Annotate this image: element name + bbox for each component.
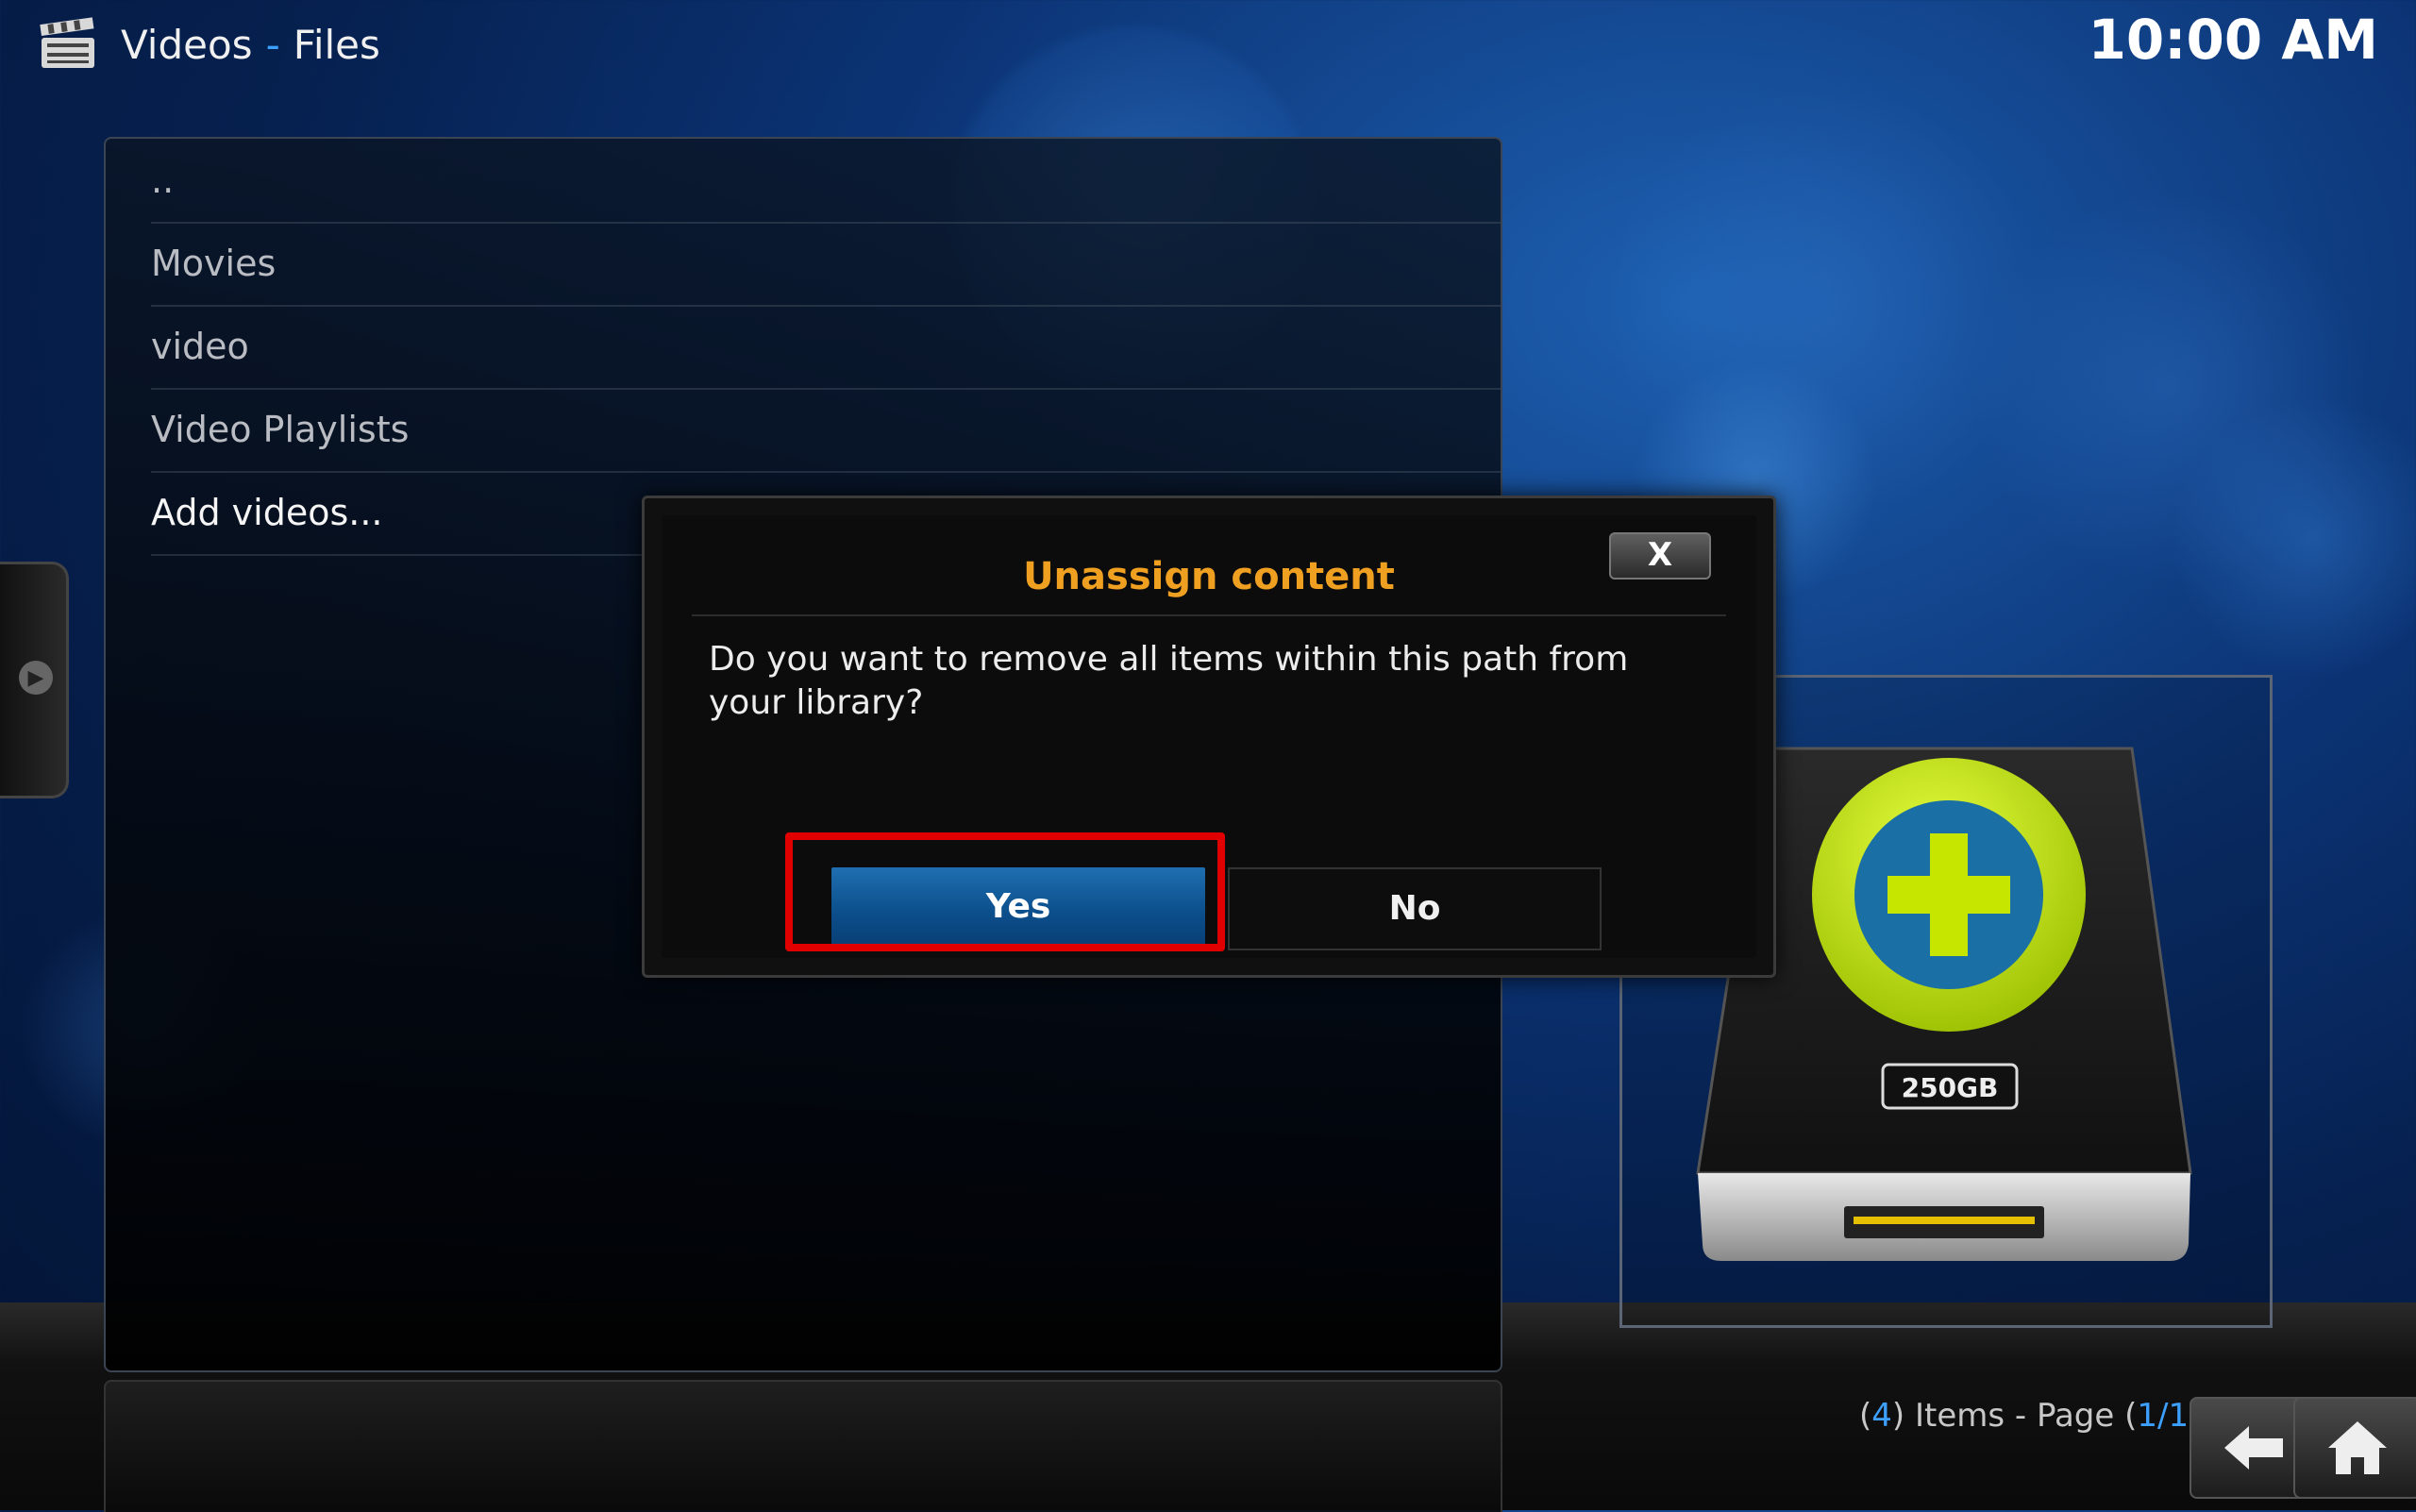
item-count: 4 <box>1871 1397 1892 1435</box>
clock: 10:00 AM <box>2088 8 2378 72</box>
subsection-title: Files <box>293 21 380 68</box>
list-item-movies[interactable]: Movies <box>151 222 1501 307</box>
status-items-text: ) Items - Page ( <box>1891 1397 2138 1435</box>
background-bokeh <box>2171 396 2416 680</box>
dialog-message: Do you want to remove all items within t… <box>709 640 1629 722</box>
background-bokeh <box>1972 189 2369 585</box>
home-button[interactable] <box>2293 1397 2416 1499</box>
section-title: Videos <box>121 21 253 68</box>
header: Videos - Files <box>38 11 380 77</box>
close-button[interactable]: X <box>1609 532 1711 580</box>
page-number: 1/1 <box>2137 1397 2190 1435</box>
list-item-video[interactable]: video <box>151 305 1501 390</box>
side-menu-tab[interactable]: ▶ <box>0 562 69 798</box>
home-icon <box>2328 1421 2387 1474</box>
info-panel <box>104 1380 1502 1512</box>
clapperboard-icon <box>40 17 94 68</box>
list-item-video-playlists[interactable]: Video Playlists <box>151 388 1501 473</box>
item-count-status: (4) Items - Page (1/1) <box>1859 1397 2201 1435</box>
list-item-parent[interactable]: .. <box>151 139 1501 224</box>
dialog-divider <box>692 614 1726 616</box>
focus-highlight <box>785 832 1225 951</box>
background-bokeh <box>1604 85 2038 519</box>
drive-capacity-label: 250GB <box>1902 1072 1999 1103</box>
no-button[interactable]: No <box>1228 867 1602 950</box>
dialog-title: Unassign content <box>1023 555 1395 598</box>
title-separator: - <box>265 21 280 68</box>
back-arrow-icon <box>2224 1426 2283 1470</box>
status-paren: ( <box>1859 1397 1872 1435</box>
chevron-right-icon: ▶ <box>19 661 53 695</box>
